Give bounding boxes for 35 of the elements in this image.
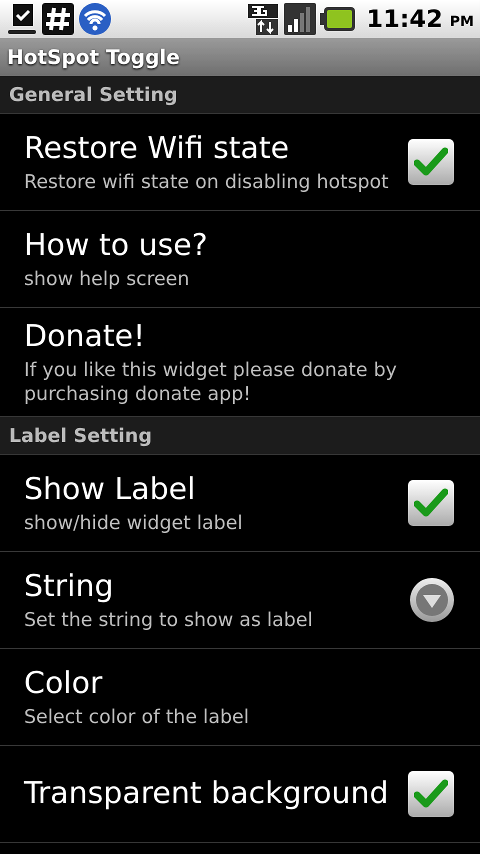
- preference-title: Color: [24, 665, 104, 703]
- dropdown-button[interactable]: [410, 578, 454, 622]
- hash-icon: [42, 3, 74, 35]
- preference-title: How to use?: [24, 227, 209, 265]
- wifi-icon: [78, 2, 112, 36]
- preference-title: String: [24, 568, 115, 606]
- preference-summary: show/hide widget label: [24, 511, 244, 535]
- section-header: General Setting: [9, 84, 178, 106]
- preference-summary: show help screen: [24, 267, 190, 291]
- preference-title: Restore Wifi state: [24, 130, 290, 168]
- preference-title: Transparent background: [24, 775, 390, 813]
- preference-item[interactable]: How to use? show help screen: [0, 211, 480, 307]
- preference-item[interactable]: Color Select color of the label: [0, 649, 480, 745]
- checkbox[interactable]: [408, 480, 454, 526]
- preference-title: Show Label: [24, 471, 196, 509]
- preference-item[interactable]: Show Label show/hide widget label: [0, 455, 480, 551]
- preference-title: Donate!: [24, 318, 146, 356]
- section-header: Label Setting: [9, 424, 152, 446]
- preference-summary: Set the string to show as label: [24, 608, 314, 632]
- preference-item[interactable]: String Set the string to show as label: [0, 552, 480, 648]
- clock-period: PM: [450, 14, 474, 30]
- preference-item[interactable]: Transparent background: [0, 746, 480, 842]
- network-3g-icon: [248, 2, 280, 36]
- battery-icon: [320, 6, 356, 32]
- preference-item[interactable]: Restore Wifi state Restore wifi state on disabling hotspot: [0, 114, 480, 210]
- signal-icon: [284, 3, 316, 35]
- clock-time: 11:42: [366, 5, 443, 33]
- preference-summary: Restore wifi state on disabling hotspot: [24, 170, 390, 194]
- preference-summary: If you like this widget please donate by purchasing donate app!: [24, 358, 398, 406]
- download-done-icon: [6, 2, 38, 36]
- checkbox[interactable]: [408, 139, 454, 185]
- checkbox[interactable]: [408, 771, 454, 817]
- app-title: HotSpot Toggle: [7, 45, 180, 69]
- preference-item[interactable]: Donate! If you like this widget please donate by purchasing donate app!: [0, 308, 480, 416]
- preference-summary: Select color of the label: [24, 705, 250, 729]
